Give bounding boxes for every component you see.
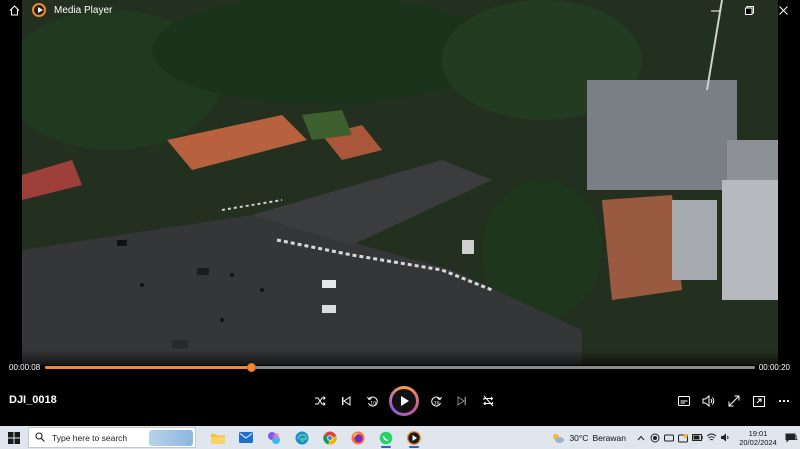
whatsapp-icon[interactable] xyxy=(372,426,400,449)
file-explorer-icon[interactable] xyxy=(204,426,232,449)
home-icon[interactable] xyxy=(0,0,28,20)
taskbar: Type here to search 30°C Berawan 19:01 2… xyxy=(0,426,800,449)
clock-time: 19:01 xyxy=(748,428,768,438)
clock-date: 20/02/2024 xyxy=(739,437,777,447)
seek-bar-thumb[interactable] xyxy=(246,363,256,372)
firefox-icon[interactable] xyxy=(344,426,372,449)
weather-cloud-sun-icon xyxy=(553,433,565,443)
title-bar: Media Player xyxy=(0,0,800,20)
weather-temp: 30°C xyxy=(569,432,589,443)
current-time: 00:00:08 xyxy=(9,363,41,372)
seek-bar-progress xyxy=(45,366,251,369)
secondary-controls xyxy=(671,388,796,414)
system-tray: 30°C Berawan 19:01 20/02/2024 1 xyxy=(551,426,800,449)
svg-text:30: 30 xyxy=(433,400,439,406)
mail-icon[interactable] xyxy=(232,426,260,449)
security-icon[interactable] xyxy=(676,426,690,449)
copilot-icon[interactable] xyxy=(260,426,288,449)
more-icon[interactable] xyxy=(771,388,796,414)
taskbar-clock[interactable]: 19:01 20/02/2024 xyxy=(736,429,780,447)
rewind-10-icon[interactable]: 10 xyxy=(359,386,385,416)
search-placeholder: Type here to search xyxy=(52,432,128,443)
playback-controls: 10 30 xyxy=(307,386,501,416)
weather-text: Berawan xyxy=(592,432,626,443)
edge-icon[interactable] xyxy=(288,426,316,449)
taskbar-search-input[interactable]: Type here to search xyxy=(28,427,196,448)
video-title: DJI_0018 xyxy=(9,394,57,406)
total-time: 00:00:20 xyxy=(758,363,790,372)
media-player-logo-icon xyxy=(32,3,46,17)
play-button[interactable] xyxy=(389,386,419,416)
chrome-icon[interactable] xyxy=(316,426,344,449)
play-icon xyxy=(392,389,416,413)
chevron-up-icon[interactable] xyxy=(634,426,648,449)
fullscreen-icon[interactable] xyxy=(721,388,746,414)
notification-icon[interactable]: 1 xyxy=(780,426,800,449)
speaker-icon[interactable] xyxy=(718,426,732,449)
forward-30-icon[interactable]: 30 xyxy=(423,386,449,416)
miniplayer-icon[interactable] xyxy=(746,388,771,414)
window-title: Media Player xyxy=(54,4,113,16)
caption-icon[interactable] xyxy=(671,388,696,414)
previous-icon[interactable] xyxy=(333,386,359,416)
close-icon[interactable] xyxy=(766,0,800,20)
next-icon[interactable] xyxy=(449,386,475,416)
wifi-icon[interactable] xyxy=(704,426,718,449)
notification-count: 1 xyxy=(794,436,798,442)
record-icon[interactable] xyxy=(648,426,662,449)
search-highlight-image xyxy=(149,430,193,446)
volume-icon[interactable] xyxy=(696,388,721,414)
seek-bar[interactable] xyxy=(45,363,755,372)
minimize-icon[interactable] xyxy=(698,0,732,20)
weather-widget[interactable]: 30°C Berawan xyxy=(551,432,626,444)
maximize-icon[interactable] xyxy=(732,0,766,20)
repeat-off-icon[interactable] xyxy=(475,386,501,416)
svg-text:10: 10 xyxy=(370,400,376,406)
shuffle-icon[interactable] xyxy=(307,386,333,416)
search-icon xyxy=(35,431,45,444)
video-frame[interactable] xyxy=(22,0,778,365)
battery-icon[interactable] xyxy=(690,426,704,449)
windows-start-icon[interactable] xyxy=(0,426,28,449)
drive-icon[interactable] xyxy=(662,426,676,449)
media-player-icon[interactable] xyxy=(400,426,428,449)
